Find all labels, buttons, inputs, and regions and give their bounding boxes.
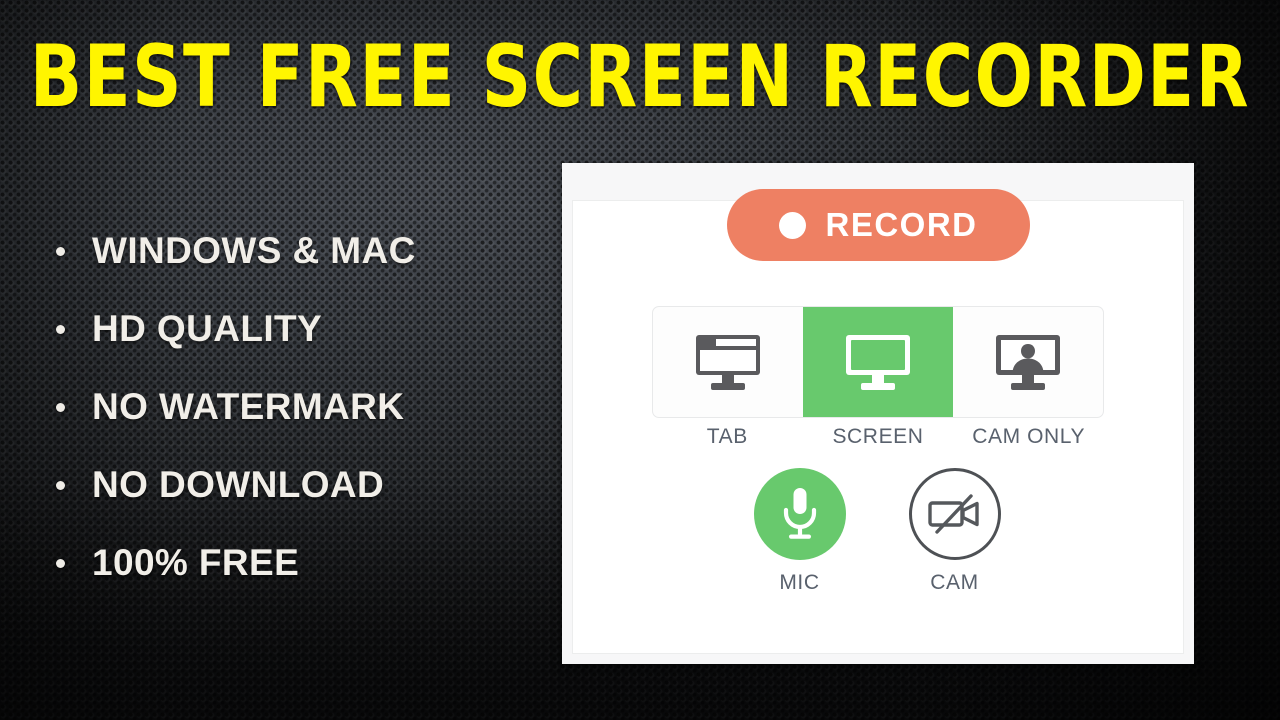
list-item: HD QUALITY <box>56 290 536 368</box>
mode-option-cam-only[interactable] <box>953 307 1103 417</box>
mic-toggle-button[interactable] <box>753 468 846 560</box>
page-title: BEST FREE SCREEN RECORDER <box>29 27 1251 127</box>
video-camera-off-icon <box>927 494 979 534</box>
mode-label-cam-only: CAM ONLY <box>972 425 1086 448</box>
record-button-label: RECORD <box>825 206 978 243</box>
device-toggles: MIC CAM <box>742 468 1012 608</box>
bullet-dot-icon <box>56 480 65 490</box>
capture-mode-labels: TAB SCREEN CAM ONLY <box>652 425 1104 449</box>
mode-option-screen[interactable] <box>803 307 953 417</box>
record-dot-icon <box>779 211 807 239</box>
list-item-label: NO DOWNLOAD <box>92 464 385 505</box>
list-item: 100% FREE <box>56 524 536 602</box>
list-item: WINDOWS & MAC <box>56 212 536 290</box>
record-button[interactable]: RECORD <box>727 189 1030 261</box>
list-item-label: WINDOWS & MAC <box>92 230 416 271</box>
browser-tab-monitor-icon <box>696 335 760 390</box>
feature-list: WINDOWS & MAC HD QUALITY NO WATERMARK NO… <box>56 212 536 602</box>
monitor-icon <box>846 335 910 390</box>
mode-option-tab[interactable] <box>653 307 803 417</box>
bullet-dot-icon <box>56 402 65 412</box>
microphone-icon <box>783 488 816 539</box>
monitor-person-icon <box>996 335 1060 390</box>
bullet-dot-icon <box>56 246 65 256</box>
list-item-label: 100% FREE <box>92 542 300 583</box>
mic-toggle-group: MIC <box>742 468 857 608</box>
mode-label-screen: SCREEN <box>832 425 924 448</box>
slide-canvas: BEST FREE SCREEN RECORDER WINDOWS & MAC … <box>0 0 1280 720</box>
cam-toggle-button[interactable] <box>908 468 1001 560</box>
list-item: NO WATERMARK <box>56 368 536 446</box>
cam-label: CAM <box>930 571 979 594</box>
mode-label-tab: TAB <box>706 425 748 448</box>
list-item-label: NO WATERMARK <box>92 386 405 427</box>
capture-mode-selector <box>652 306 1104 418</box>
bullet-dot-icon <box>56 558 65 568</box>
cam-toggle-group: CAM <box>897 468 1012 608</box>
bullet-dot-icon <box>56 324 65 334</box>
list-item-label: HD QUALITY <box>92 308 323 349</box>
list-item: NO DOWNLOAD <box>56 446 536 524</box>
screen-recorder-panel: RECORD TAB SCREEN CAM ONLY MIC CAM <box>562 163 1194 664</box>
mic-label: MIC <box>779 571 820 594</box>
